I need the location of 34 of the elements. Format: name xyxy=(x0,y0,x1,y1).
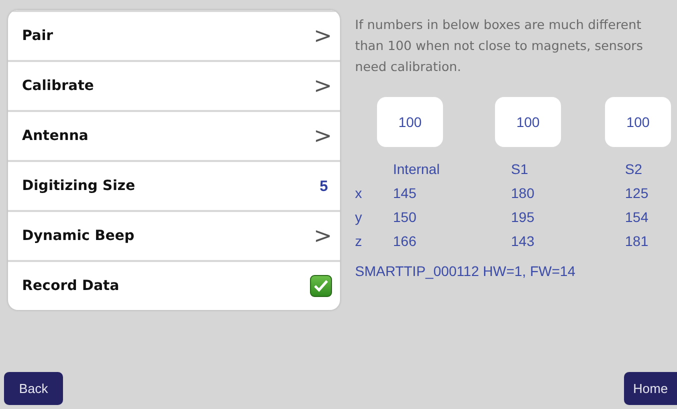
table-cell-text: 150 xyxy=(393,208,418,226)
column-header: S2 xyxy=(625,160,644,178)
hint-text: If numbers in below boxes are much different than 100 when not close to magnets, sensors need calibration. xyxy=(355,16,644,76)
table-cell-text: 180 xyxy=(511,184,536,202)
checkbox[interactable] xyxy=(310,275,332,297)
reference-box: 100 xyxy=(605,97,671,147)
menu-item[interactable]: Record Data xyxy=(8,260,340,310)
table-cell-text: 166 xyxy=(393,232,418,250)
column-header: S1 xyxy=(511,160,530,178)
home-button[interactable]: Home xyxy=(624,372,677,405)
menu-item[interactable]: Digitizing Size 5 xyxy=(8,160,340,210)
axis-label: x xyxy=(355,184,363,202)
chevron-icon: > xyxy=(314,74,332,98)
menu-item[interactable]: Dynamic Beep > xyxy=(8,210,340,260)
chevron-icon: > xyxy=(314,124,332,148)
setting-value: 5 xyxy=(320,178,328,194)
chevron-icon: > xyxy=(314,24,332,48)
menu-item[interactable]: Antenna > xyxy=(8,110,340,160)
axis-label: y xyxy=(355,208,363,226)
menu-item[interactable]: Calibrate > xyxy=(8,60,340,110)
column-header: Internal xyxy=(393,160,441,178)
table-cell-text: 181 xyxy=(625,232,650,250)
back-button[interactable]: Back xyxy=(4,372,63,405)
table-cell-text: 143 xyxy=(511,232,536,250)
table-cell-text: 154 xyxy=(625,208,650,226)
reference-box: 100 xyxy=(495,97,561,147)
axis-label: z xyxy=(355,232,363,250)
chevron-icon: > xyxy=(314,224,332,248)
device-info: SMARTTIP_000112 HW=1, FW=14 xyxy=(355,263,576,279)
reference-box: 100 xyxy=(377,97,443,147)
table-cell-text: 125 xyxy=(625,184,650,202)
table-cell-text: 195 xyxy=(511,208,536,226)
menu-item[interactable]: Pair > xyxy=(8,10,340,60)
table-cell-text: 145 xyxy=(393,184,418,202)
